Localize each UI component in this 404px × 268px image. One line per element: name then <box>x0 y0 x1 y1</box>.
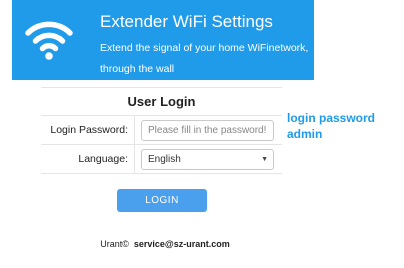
footer-email: service@sz-urant.com <box>133 239 230 249</box>
extender-login-page: Extender WiFi Settings Extend the signal… <box>0 0 404 268</box>
login-form-title: User Login <box>127 94 196 109</box>
page-subtitle: Extend the signal of your home WiFinetwo… <box>100 42 309 75</box>
hint-line-2: admin <box>287 127 323 141</box>
language-label: Language: <box>41 145 135 174</box>
login-button[interactable]: LOGIN <box>117 189 207 212</box>
language-selected-value: English <box>148 154 181 165</box>
credentials-hint: login password admin <box>287 110 375 142</box>
password-row: Login Password: <box>41 115 282 145</box>
password-input[interactable] <box>141 120 274 141</box>
language-select[interactable]: English ▼ <box>141 149 274 170</box>
wifi-icon <box>25 21 73 60</box>
chevron-down-icon: ▼ <box>261 156 268 163</box>
password-label: Login Password: <box>41 116 135 145</box>
login-form: User Login Login Password: Language: Eng… <box>41 87 282 174</box>
footer: Urant© service@sz-urant.com <box>0 239 330 249</box>
footer-brand: Urant© <box>100 239 129 249</box>
hint-line-1: login password <box>287 111 376 125</box>
language-row: Language: English ▼ <box>41 144 282 174</box>
page-title: Extender WiFi Settings <box>100 12 273 31</box>
header-banner: Extender WiFi Settings Extend the signal… <box>12 0 314 80</box>
